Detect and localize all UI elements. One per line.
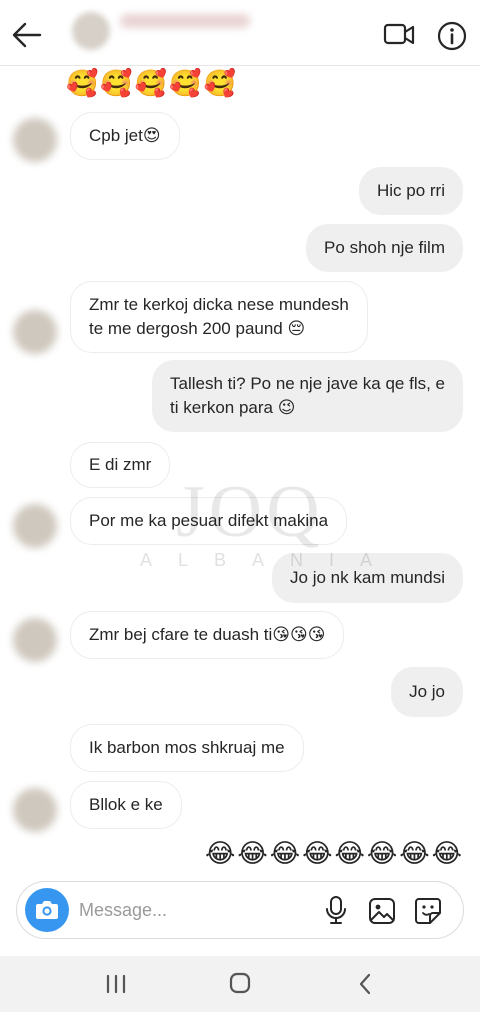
sticker-icon (415, 898, 441, 924)
incoming-message[interactable]: Bllok e ke (70, 781, 182, 829)
sender-avatar[interactable] (13, 504, 57, 548)
outgoing-message[interactable]: Jo jo (391, 667, 463, 717)
incoming-message[interactable]: E di zmr (70, 442, 171, 488)
incoming-message[interactable]: Zmr bej cfare te duash ti😘😘😘 (70, 611, 345, 659)
sender-avatar[interactable] (13, 118, 57, 162)
video-call-button[interactable] (382, 20, 416, 50)
sender-avatar[interactable] (13, 788, 57, 832)
back-icon (359, 973, 371, 995)
camera-button[interactable] (25, 888, 69, 932)
video-camera-icon (383, 23, 415, 45)
back-button[interactable] (10, 18, 44, 52)
system-back-button[interactable] (356, 972, 374, 996)
sticker-button[interactable] (413, 896, 443, 926)
incoming-emoji-message[interactable]: 🥰🥰🥰🥰🥰 (66, 68, 238, 98)
contact-avatar[interactable] (72, 12, 110, 50)
incoming-message[interactable]: Por me ka pesuar difekt makina (70, 497, 348, 545)
microphone-icon (326, 896, 346, 924)
outgoing-emoji-message[interactable]: 😂😂😂😂😂😂😂😂 (205, 838, 464, 868)
arrow-left-icon (12, 22, 42, 48)
incoming-message[interactable]: Cpb jet😍 (70, 112, 180, 160)
system-navigation-bar (0, 956, 480, 1012)
voice-message-button[interactable] (321, 894, 351, 926)
message-thread[interactable]: 🥰🥰🥰🥰🥰 Cpb jet😍 Hic po rri Po shoh nje fi… (0, 66, 480, 880)
outgoing-message[interactable]: Po shoh nje film (306, 224, 463, 272)
home-button[interactable] (229, 972, 251, 994)
recents-button[interactable] (104, 974, 128, 994)
chat-header (0, 0, 480, 66)
message-input[interactable] (79, 896, 299, 924)
camera-icon (36, 901, 58, 919)
gallery-button[interactable] (367, 896, 397, 926)
recents-icon (106, 974, 126, 994)
outgoing-message[interactable]: Tallesh ti? Po ne nje jave ka qe fls, e … (152, 360, 463, 432)
contact-name[interactable] (120, 14, 250, 28)
outgoing-message[interactable]: Hic po rri (358, 167, 463, 215)
outgoing-message[interactable]: Jo jo nk kam mundsi (272, 553, 463, 603)
info-button[interactable] (436, 20, 468, 52)
gallery-icon (369, 898, 395, 924)
sender-avatar[interactable] (13, 618, 57, 662)
info-icon (437, 21, 467, 51)
incoming-message[interactable]: Ik barbon mos shkruaj me (70, 724, 304, 772)
message-composer (16, 881, 464, 939)
sender-avatar[interactable] (13, 310, 57, 354)
incoming-message[interactable]: Zmr te kerkoj dicka nese mundesh te me d… (70, 281, 368, 353)
home-icon (229, 972, 251, 994)
